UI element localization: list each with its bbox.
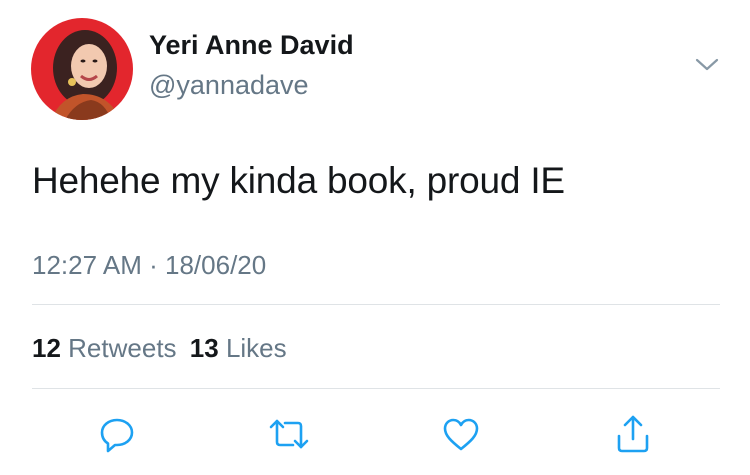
likes-count: 13 bbox=[189, 333, 219, 363]
likes-stat[interactable]: 13 Likes bbox=[190, 333, 287, 363]
tweet-text: Hehehe my kinda book, proud IE bbox=[32, 160, 565, 201]
author-handle[interactable]: @yannadave bbox=[149, 70, 309, 101]
likes-label: Likes bbox=[225, 333, 287, 363]
share-icon[interactable] bbox=[611, 412, 655, 456]
divider bbox=[32, 388, 720, 389]
retweet-icon[interactable] bbox=[267, 412, 311, 456]
avatar-image bbox=[31, 18, 133, 120]
tweet-date: 18/06/20 bbox=[165, 250, 267, 280]
tweet-time: 12:27 AM bbox=[32, 250, 142, 280]
retweets-count: 12 bbox=[32, 333, 61, 363]
divider bbox=[32, 304, 720, 305]
retweets-stat[interactable]: 12 Retweets bbox=[32, 333, 184, 363]
timestamp-separator: · bbox=[149, 250, 158, 280]
tweet-timestamp[interactable]: 12:27 AM · 18/06/20 bbox=[32, 250, 266, 281]
retweets-label: Retweets bbox=[68, 333, 177, 363]
author-name[interactable]: Yeri Anne David bbox=[149, 30, 354, 61]
reply-icon[interactable] bbox=[95, 412, 139, 456]
avatar[interactable] bbox=[31, 18, 133, 120]
tweet-stats: 12 Retweets 13 Likes bbox=[32, 333, 287, 364]
heart-icon[interactable] bbox=[439, 412, 483, 456]
chevron-down-icon[interactable] bbox=[694, 56, 720, 74]
